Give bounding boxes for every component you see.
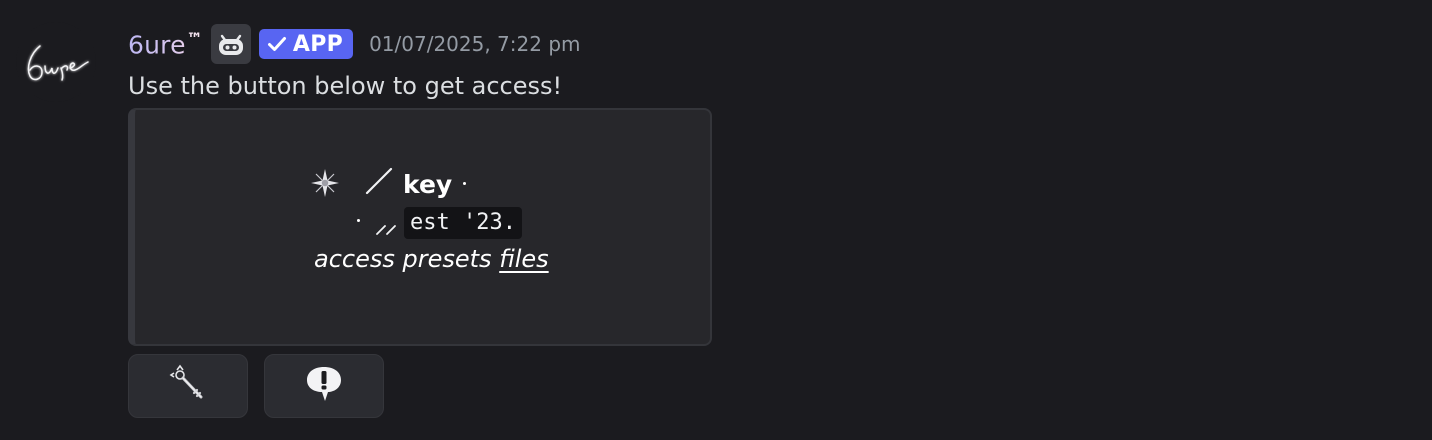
timestamp[interactable]: 01/07/2025, 7:22 pm	[369, 32, 580, 56]
component-container: key est '23. access presets files	[128, 108, 712, 346]
app-tag-label: APP	[292, 31, 344, 57]
title-divider-slash	[364, 166, 394, 200]
trademark-symbol: ™	[186, 28, 203, 48]
action-row	[128, 354, 384, 418]
decor-dot	[463, 182, 466, 185]
container-description: access presets files	[314, 241, 549, 277]
subtitle-code: est '23.	[404, 207, 522, 239]
author-name[interactable]: 6ure™	[128, 29, 203, 59]
container-title: key	[403, 170, 453, 199]
app-tag: APP	[258, 29, 354, 59]
decor-dot	[357, 219, 360, 222]
sparkle-star-icon	[310, 168, 340, 202]
message-header: 6ure™ APP 01/07/2025, 7:22 pm	[128, 24, 581, 64]
message: 6ure™ APP 01/07/2025, 7:22 pm Use the bu…	[0, 0, 1432, 440]
files-link[interactable]: files	[499, 245, 548, 273]
message-text: Use the button below to get access!	[128, 72, 563, 100]
alert-button[interactable]	[264, 354, 384, 418]
subtitle-divider-slashes	[375, 220, 399, 240]
bot-face-icon	[210, 24, 251, 64]
checkmark-icon	[267, 35, 287, 53]
description-text: access presets	[314, 245, 492, 273]
author-name-text[interactable]: 6ure	[128, 30, 186, 59]
exclamation-bubble-icon	[304, 364, 344, 408]
key-emoji-icon	[168, 364, 208, 408]
avatar[interactable]	[16, 22, 96, 102]
key-button[interactable]	[128, 354, 248, 418]
avatar-signature-icon	[27, 45, 89, 81]
